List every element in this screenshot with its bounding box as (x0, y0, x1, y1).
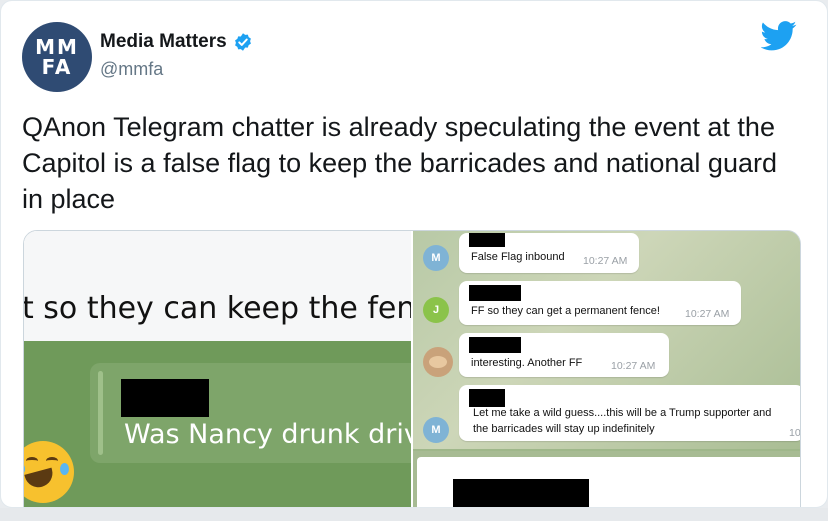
avatar-logo-line2: FA (41, 55, 73, 79)
avatar[interactable]: MM FA (22, 22, 92, 92)
redaction-box (469, 233, 505, 247)
redaction-box (453, 479, 589, 507)
chat-message-text-line2: the barricades will stay up indefinitely (473, 423, 655, 435)
user-avatar-photo (429, 356, 447, 368)
tweet-media[interactable]: t so they can keep the fence up Was Nanc… (23, 230, 801, 507)
redaction-box (469, 389, 505, 407)
quote-text: Was Nancy drunk drivi (124, 419, 411, 450)
verified-icon (234, 33, 251, 51)
media-image-right[interactable]: M False Flag inbound 10:27 AM J FF so th… (413, 231, 800, 507)
chat-message-text: FF so they can get a permanent fence! (471, 305, 660, 317)
chat-message-time: 10:27 AM (583, 255, 628, 267)
user-avatar: M (423, 245, 449, 271)
author-name-text: Media Matters (100, 31, 227, 52)
user-avatar: M (423, 417, 449, 443)
fence-text: t so they can keep the fence up (24, 291, 411, 326)
user-avatar (423, 347, 453, 377)
redaction-box (469, 285, 521, 301)
chat-message-time: 10:27 AM (611, 360, 656, 372)
chat-message-text: interesting. Another FF (471, 357, 583, 369)
twitter-bird-icon[interactable] (761, 21, 797, 51)
chat-message-text: Let me take a wild guess....this will be… (473, 407, 772, 419)
user-avatar: J (423, 297, 449, 323)
avatar-logo: MM FA (35, 37, 79, 77)
page-bottom-strip (0, 508, 828, 521)
media-image-left[interactable]: t so they can keep the fence up Was Nanc… (24, 231, 411, 507)
author-handle[interactable]: @mmfa (100, 59, 163, 80)
quote-bar (98, 371, 103, 455)
redaction-box (121, 379, 209, 417)
chat-message-text: False Flag inbound (471, 251, 565, 263)
redaction-box (469, 337, 521, 353)
chat-message-time: 10 (789, 427, 800, 439)
tweet-card: MM FA Media Matters @mmfa QAnon Telegram… (0, 0, 828, 508)
tweet-text: QAnon Telegram chatter is already specul… (22, 112, 777, 214)
avatar-logo-line1: MM (35, 35, 79, 59)
chat-message-time: 10:27 AM (685, 308, 730, 320)
author-name[interactable]: Media Matters (100, 31, 253, 53)
